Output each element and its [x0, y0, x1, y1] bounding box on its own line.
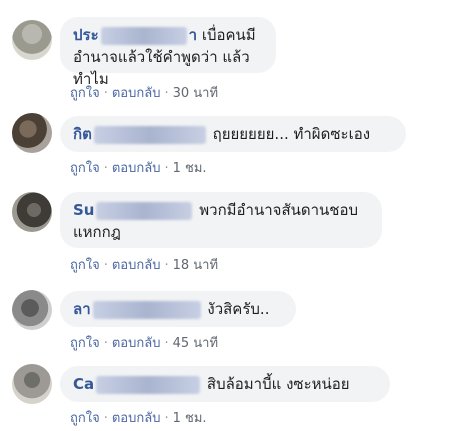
- redacted-name: [100, 26, 187, 45]
- comment-bubble: Ca สิบล้อมาบี้แ งซะหน่อย: [60, 366, 390, 402]
- avatar[interactable]: [12, 113, 52, 153]
- comment-actions: ถูกใจ · ตอบกลับ · 1 ชม.: [70, 161, 207, 176]
- redacted-name: [96, 201, 193, 220]
- reply-link[interactable]: ตอบกลับ: [112, 411, 161, 426]
- reply-link[interactable]: ตอบกลับ: [112, 336, 161, 351]
- comment-time[interactable]: 1 ชม.: [173, 411, 207, 426]
- comment-text: งัวสิครับ..: [207, 300, 270, 318]
- reply-link[interactable]: ตอบกลับ: [112, 258, 161, 273]
- avatar[interactable]: [12, 20, 52, 60]
- comment-bubble: กิต ฤยยยยยย... ทำผิดซะเอง: [60, 116, 406, 152]
- comment-text: สิบล้อมาบี้แ งซะหน่อย: [206, 375, 350, 393]
- reply-link[interactable]: ตอบกลับ: [112, 161, 161, 176]
- comment-actions: ถูกใจ · ตอบกลับ · 1 ชม.: [70, 411, 207, 426]
- comment-bubble: Su พวกมีอำนาจสันดานชอบแหกกฎ: [60, 192, 382, 248]
- comment-time[interactable]: 30 นาที: [173, 86, 218, 101]
- comment-author[interactable]: ประา: [73, 24, 197, 46]
- comment-bubble: ลา งัวสิครับ..: [60, 291, 296, 327]
- comment-actions: ถูกใจ · ตอบกลับ · 30 นาที: [70, 86, 219, 101]
- comment-time[interactable]: 18 นาที: [173, 258, 218, 273]
- comment-author[interactable]: กิต: [73, 123, 208, 145]
- redacted-name: [96, 375, 201, 394]
- redacted-name: [92, 300, 201, 319]
- like-link[interactable]: ถูกใจ: [70, 258, 100, 273]
- like-link[interactable]: ถูกใจ: [70, 86, 100, 101]
- redacted-name: [93, 125, 206, 144]
- like-link[interactable]: ถูกใจ: [70, 161, 100, 176]
- comment-time[interactable]: 45 นาที: [173, 336, 218, 351]
- comment-text: ฤยยยยยย... ทำผิดซะเอง: [212, 125, 371, 143]
- comment-bubble: ประา เบื่อคนมีอำนาจแล้วใช้คำพูดว่า แล้วท…: [60, 17, 276, 88]
- avatar[interactable]: [12, 192, 52, 232]
- comment-author[interactable]: ลา: [73, 298, 203, 320]
- comment-author[interactable]: Su: [73, 199, 194, 221]
- comment-author[interactable]: Ca: [73, 373, 202, 395]
- reply-link[interactable]: ตอบกลับ: [112, 86, 161, 101]
- avatar[interactable]: [12, 290, 52, 330]
- comment-actions: ถูกใจ · ตอบกลับ · 18 นาที: [70, 258, 219, 273]
- like-link[interactable]: ถูกใจ: [70, 336, 100, 351]
- comment-time[interactable]: 1 ชม.: [173, 161, 207, 176]
- like-link[interactable]: ถูกใจ: [70, 411, 100, 426]
- comment-actions: ถูกใจ · ตอบกลับ · 45 นาที: [70, 336, 219, 351]
- avatar[interactable]: [12, 364, 52, 404]
